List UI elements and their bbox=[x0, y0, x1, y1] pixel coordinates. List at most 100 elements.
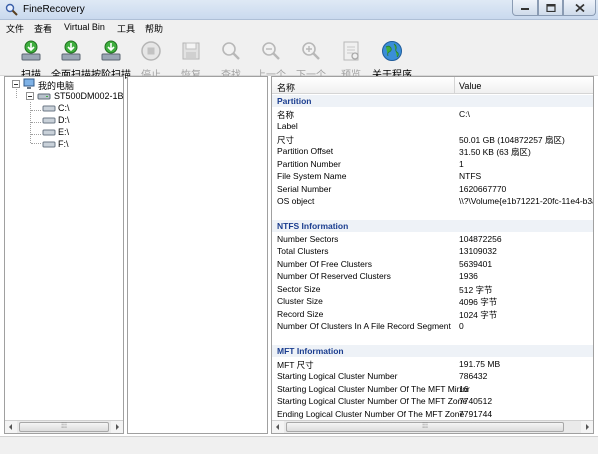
property-name: Partition bbox=[277, 96, 312, 106]
disk-stage-scan-icon bbox=[101, 40, 121, 61]
magnifier-icon bbox=[222, 42, 240, 60]
file-list-panel[interactable] bbox=[127, 76, 268, 434]
property-name: Cluster Size bbox=[277, 296, 323, 306]
menu-tools[interactable]: 工具 bbox=[117, 22, 135, 35]
details-row[interactable] bbox=[272, 208, 593, 220]
property-name: Total Clusters bbox=[277, 246, 329, 256]
close-button[interactable] bbox=[563, 0, 596, 16]
find-next-button[interactable]: 下一个 bbox=[292, 38, 330, 81]
details-row[interactable]: Number Of Reserved Clusters 1936 bbox=[272, 270, 593, 282]
menu-virtual-bin[interactable]: Virtual Bin bbox=[64, 22, 105, 32]
drive-tree-panel[interactable]: 我的电脑 ST500DM002-1BD1 C:\ D:\ E:\ F:\ bbox=[4, 76, 124, 434]
property-value: 1 bbox=[459, 158, 464, 169]
tree-connector bbox=[31, 143, 41, 144]
scroll-right-button[interactable] bbox=[111, 421, 123, 433]
details-row[interactable]: Total Clusters 13109032 bbox=[272, 245, 593, 257]
details-row[interactable]: Starting Logical Cluster Number 786432 bbox=[272, 370, 593, 382]
title-bar: FineRecovery bbox=[0, 0, 598, 20]
close-icon bbox=[574, 3, 585, 12]
property-name: Number Of Clusters In A File Record Segm… bbox=[277, 321, 451, 331]
menu-file[interactable]: 文件 bbox=[6, 22, 24, 35]
details-header: 名称 Value bbox=[272, 77, 593, 94]
details-row[interactable]: Cluster Size 4096 字节 bbox=[272, 295, 593, 307]
details-row[interactable]: OS object \\?\Volume{e1b71221-20fc-11e4-b… bbox=[272, 195, 593, 207]
details-row[interactable]: Number Of Clusters In A File Record Segm… bbox=[272, 320, 593, 332]
scan-button[interactable]: 扫描 bbox=[12, 38, 50, 81]
details-row[interactable]: Partition Offset 31.50 KB (63 扇区) bbox=[272, 145, 593, 157]
find-previous-button[interactable]: 上一个 bbox=[252, 38, 290, 81]
column-divider[interactable] bbox=[454, 77, 455, 94]
collapse-icon[interactable] bbox=[12, 80, 20, 88]
tree-connector bbox=[31, 134, 41, 135]
details-panel[interactable]: 名称 Value Partition 名称 C:\ Label 尺寸 50.01 GB (… bbox=[271, 76, 594, 434]
details-section-header[interactable]: NTFS Information bbox=[272, 220, 593, 232]
stop-icon bbox=[141, 41, 161, 61]
preview-button[interactable]: 预览 bbox=[332, 38, 370, 81]
property-name: Partition Number bbox=[277, 158, 341, 169]
scrollbar-thumb[interactable]: ⁞⁞⁞ bbox=[286, 422, 564, 432]
property-name: Record Size bbox=[277, 308, 324, 319]
search-previous-icon bbox=[262, 42, 280, 60]
scroll-right-button[interactable] bbox=[581, 421, 593, 433]
disk-scan-icon bbox=[21, 40, 41, 61]
column-header-value[interactable]: Value bbox=[459, 81, 481, 91]
minimize-button[interactable] bbox=[512, 0, 538, 16]
tree-connector bbox=[31, 110, 41, 111]
property-name: Sector Size bbox=[277, 283, 321, 294]
details-row[interactable]: 尺寸 50.01 GB (104872257 扇区) bbox=[272, 133, 593, 145]
full-scan-button[interactable]: 全面扫描 bbox=[51, 38, 91, 81]
details-row[interactable]: Number Sectors 104872256 bbox=[272, 233, 593, 245]
hard-disk-icon bbox=[37, 93, 51, 100]
details-row[interactable]: Label bbox=[272, 120, 593, 132]
stage-scan-button[interactable]: 按阶扫描 bbox=[91, 38, 131, 81]
property-value: 786432 bbox=[459, 371, 488, 381]
minimize-icon bbox=[521, 7, 529, 10]
property-value: 16 bbox=[459, 383, 469, 394]
details-row[interactable]: Ending Logical Cluster Number Of The MFT… bbox=[272, 408, 593, 420]
property-name: 名称 bbox=[277, 109, 295, 120]
details-row[interactable]: Serial Number 1620667770 bbox=[272, 183, 593, 195]
property-name: Serial Number bbox=[277, 183, 332, 194]
property-value: 5639401 bbox=[459, 258, 493, 269]
recover-button[interactable]: 恢复 bbox=[172, 38, 210, 81]
details-row[interactable]: File System Name NTFS bbox=[272, 170, 593, 182]
scrollbar-thumb[interactable]: ⁞⁞⁞ bbox=[19, 422, 109, 432]
drive-icon bbox=[42, 129, 56, 136]
details-section-header[interactable]: Partition bbox=[272, 95, 593, 107]
scroll-left-button[interactable] bbox=[272, 421, 284, 433]
details-row[interactable]: Partition Number 1 bbox=[272, 158, 593, 170]
save-disk-icon bbox=[182, 42, 200, 60]
property-value: C:\ bbox=[459, 108, 470, 119]
property-name: Partition Offset bbox=[277, 146, 334, 156]
details-row[interactable] bbox=[272, 333, 593, 345]
details-row[interactable]: Starting Logical Cluster Number Of The M… bbox=[272, 383, 593, 395]
details-horizontal-scrollbar[interactable]: ⁞⁞⁞ bbox=[272, 420, 593, 433]
details-row[interactable]: Starting Logical Cluster Number Of The M… bbox=[272, 395, 593, 407]
property-value: 7791744 bbox=[459, 408, 493, 419]
globe-icon bbox=[382, 41, 402, 61]
details-row[interactable]: 名称 C:\ bbox=[272, 108, 593, 120]
property-value: 1620667770 bbox=[459, 183, 507, 194]
about-button[interactable]: 关于程序 bbox=[372, 38, 412, 81]
tree-horizontal-scrollbar[interactable]: ⁞⁞⁞ bbox=[5, 420, 123, 433]
property-name: Number Of Reserved Clusters bbox=[277, 271, 391, 281]
menu-view[interactable]: 查看 bbox=[34, 22, 52, 35]
details-row[interactable]: Record Size 1024 字节 bbox=[272, 308, 593, 320]
details-row[interactable]: Sector Size 512 字节 bbox=[272, 283, 593, 295]
details-section-header[interactable]: MFT Information bbox=[272, 345, 593, 357]
collapse-icon[interactable] bbox=[26, 92, 34, 100]
status-bar bbox=[0, 436, 598, 454]
property-value: 512 字节 bbox=[459, 284, 493, 295]
tree-connector bbox=[31, 122, 41, 123]
property-value: 191.75 MB bbox=[459, 358, 501, 369]
menu-help[interactable]: 帮助 bbox=[145, 22, 163, 35]
details-row[interactable]: MFT 尺寸 191.75 MB bbox=[272, 358, 593, 370]
column-header-name[interactable]: 名称 bbox=[277, 81, 295, 94]
stop-button[interactable]: 停止 bbox=[132, 38, 170, 81]
find-button[interactable]: 查找 bbox=[212, 38, 250, 81]
scroll-left-button[interactable] bbox=[5, 421, 17, 433]
menu-bar: 文件 查看 Virtual Bin 工具 帮助 bbox=[0, 20, 598, 36]
maximize-button[interactable] bbox=[538, 0, 563, 16]
details-row[interactable]: Number Of Free Clusters 5639401 bbox=[272, 258, 593, 270]
property-value: 13109032 bbox=[459, 246, 497, 256]
